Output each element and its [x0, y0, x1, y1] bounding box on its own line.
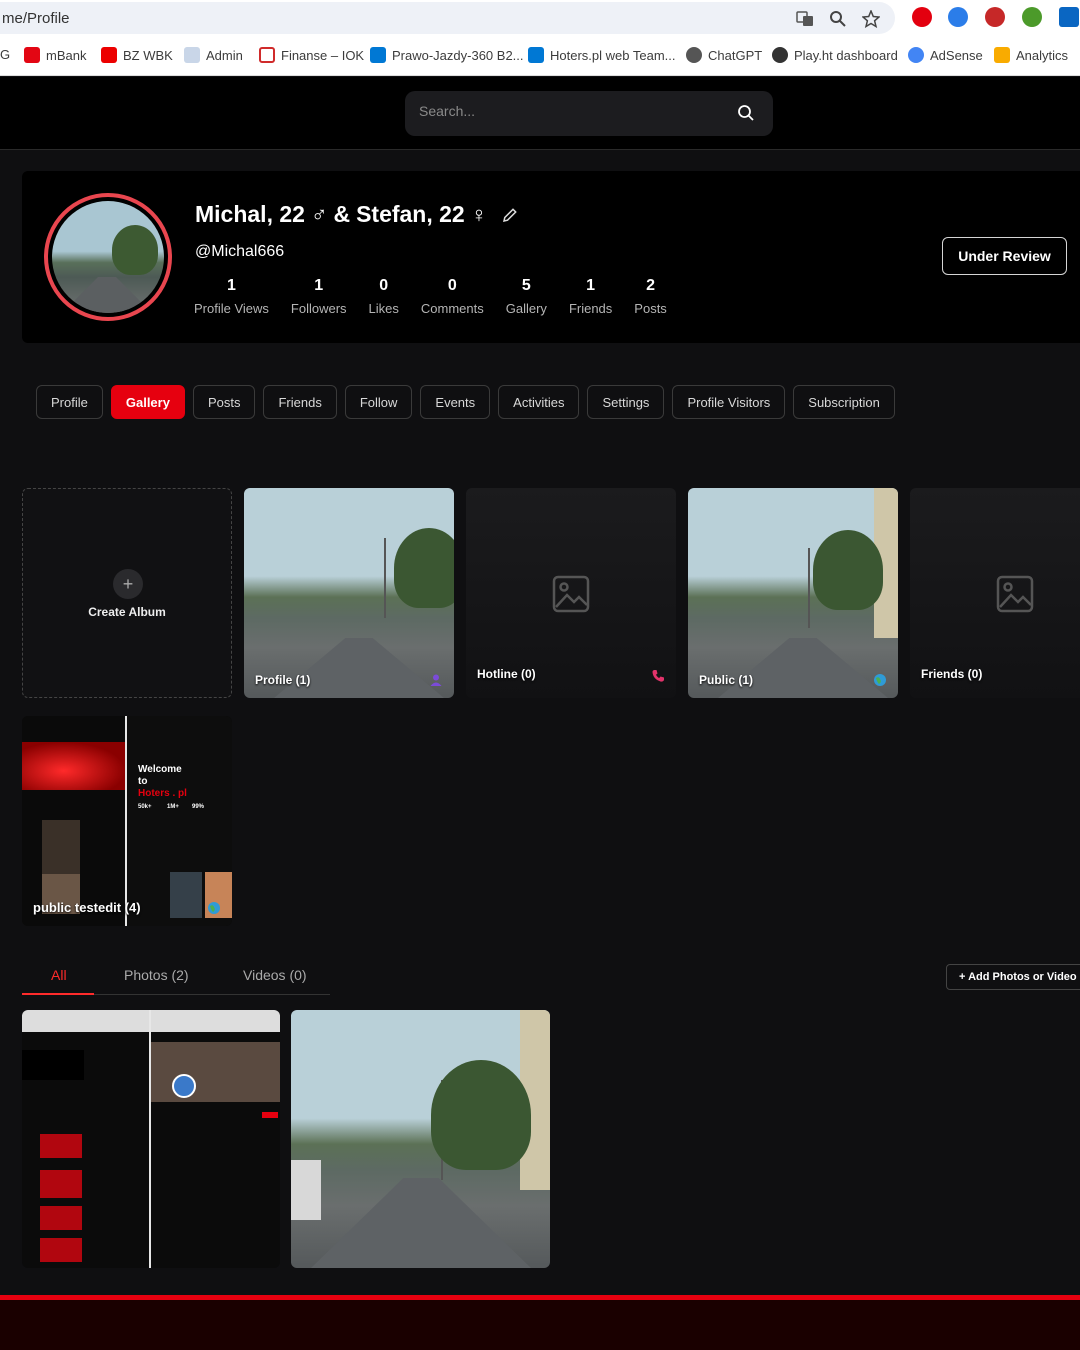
username: @Michal666 [195, 243, 285, 260]
phone-icon [652, 670, 664, 682]
analytics-icon [994, 47, 1010, 63]
tab-follow[interactable]: Follow [344, 385, 413, 419]
address-bar[interactable]: me/Profile [0, 2, 895, 34]
tab-profile[interactable]: Profile [36, 385, 103, 419]
stat-friends: 1 Friends [568, 277, 613, 316]
bookmark-star-icon[interactable] [860, 8, 882, 30]
media-tab-videos[interactable]: Videos (0) [243, 967, 307, 983]
bookmark-analytics[interactable]: Analytics [994, 47, 1068, 63]
search-box [405, 91, 773, 136]
media-tab-photos[interactable]: Photos (2) [124, 967, 189, 983]
mbank-icon [24, 47, 40, 63]
bookmark-playht[interactable]: Play.ht dashboard [772, 47, 898, 63]
album-label: Profile (1) [255, 673, 311, 687]
media-item-street-photo[interactable] [291, 1010, 550, 1268]
album-public-testedit[interactable]: Welcome to Hoters . pl 50k+ 1M+ 99% publ… [22, 716, 232, 926]
create-album-card[interactable]: + Create Album [22, 488, 232, 698]
bzwbk-icon [101, 47, 117, 63]
album-public[interactable]: Public (1) [688, 488, 898, 698]
chatgpt-icon [686, 47, 702, 63]
under-review-button[interactable]: Under Review [942, 237, 1067, 275]
azure-devops-icon [528, 47, 544, 63]
tab-activities[interactable]: Activities [498, 385, 580, 419]
edit-pencil-icon[interactable] [501, 206, 519, 224]
bookmark-mbank[interactable]: mBank [24, 47, 86, 63]
stat-posts: 2 Posts [634, 277, 667, 316]
album-hotline[interactable]: Hotline (0) [466, 488, 676, 698]
tab-subscription[interactable]: Subscription [793, 385, 895, 419]
tag-extension-icon[interactable] [948, 7, 968, 27]
azure-devops-icon [370, 47, 386, 63]
tab-profile-visitors[interactable]: Profile Visitors [672, 385, 786, 419]
tab-events[interactable]: Events [420, 385, 491, 419]
check-extension-icon[interactable] [1059, 7, 1079, 27]
bookmark-hoters-team[interactable]: Hoters.pl web Team... [528, 47, 675, 63]
media-filter-tabs: All Photos (2) Videos (0) [22, 958, 330, 995]
tab-posts[interactable]: Posts [192, 385, 256, 419]
bookmark-chatgpt[interactable]: ChatGPT [686, 47, 762, 63]
plus-icon: + [113, 569, 143, 599]
profile-name: Michal, 22 ♂ & Stefan, 22 ♀ [195, 201, 519, 228]
bookmarks-bar: G mBank BZ WBK Admin Finanse – IOK Prawo… [0, 36, 1080, 76]
avatar-image [52, 201, 164, 313]
stat-gallery: 5 Gallery [505, 277, 547, 316]
image-placeholder-icon [552, 575, 590, 613]
profile-card: Michal, 22 ♂ & Stefan, 22 ♀ @Michal666 1… [22, 171, 1080, 343]
s-extension-icon[interactable] [985, 7, 1005, 27]
zoom-icon[interactable] [827, 8, 849, 30]
bookmark-finanse[interactable]: Finanse – IOK [259, 47, 364, 63]
app-header [0, 77, 1080, 150]
album-label: public testedit (4) [33, 900, 141, 915]
media-tab-all[interactable]: All [51, 967, 67, 983]
page-icon [184, 47, 200, 63]
media-item-screenshot[interactable] [22, 1010, 280, 1268]
stat-likes: 0 Likes [368, 277, 399, 316]
album-friends[interactable]: Friends (0) [910, 488, 1080, 698]
tab-settings[interactable]: Settings [587, 385, 665, 419]
female-icon: ♀ [470, 201, 488, 227]
search-input[interactable] [419, 103, 719, 119]
stat-comments: 0 Comments [420, 277, 484, 316]
create-album-label: Create Album [88, 605, 166, 619]
tab-gallery[interactable]: Gallery [110, 385, 185, 419]
male-icon: ♂ [310, 201, 328, 227]
active-tab-underline [22, 993, 94, 995]
globe-icon [208, 902, 220, 914]
profile-tabs: Profile Gallery Posts Friends Follow Eve… [36, 385, 895, 419]
globe-extension-icon[interactable] [1022, 7, 1042, 27]
stat-followers: 1 Followers [290, 277, 347, 316]
bookmark-prawo-jazdy[interactable]: Prawo-Jazdy-360 B2... [370, 47, 524, 63]
bookmark-admin[interactable]: Admin [184, 47, 243, 63]
browser-toolbar: me/Profile [0, 0, 1080, 36]
image-placeholder-icon [996, 575, 1034, 613]
profile-stats: 1 Profile Views 1 Followers 0 Likes 0 Commen… [194, 277, 678, 316]
stat-profile-views: 1 Profile Views [194, 277, 269, 316]
bookmark-bzwbk[interactable]: BZ WBK [101, 47, 173, 63]
bookmark-adsense[interactable]: AdSense [908, 47, 983, 63]
user-icon [430, 674, 442, 686]
translate-icon[interactable] [794, 8, 816, 30]
album-label: Friends (0) [921, 667, 983, 681]
globe-icon [874, 674, 886, 686]
finanse-icon [259, 47, 275, 63]
album-label: Hotline (0) [477, 667, 536, 681]
search-icon[interactable] [737, 104, 755, 122]
url-text: me/Profile [2, 10, 70, 27]
album-label: Public (1) [699, 673, 754, 687]
google-icon [908, 47, 924, 63]
playht-icon [772, 47, 788, 63]
add-photos-or-video-button[interactable]: + Add Photos or Video [946, 964, 1080, 990]
opera-extension-icon[interactable] [912, 7, 932, 27]
bookmark-g[interactable]: G [0, 47, 10, 62]
tab-friends[interactable]: Friends [263, 385, 337, 419]
album-profile[interactable]: Profile (1) [244, 488, 454, 698]
avatar[interactable] [44, 193, 172, 321]
footer [0, 1295, 1080, 1350]
